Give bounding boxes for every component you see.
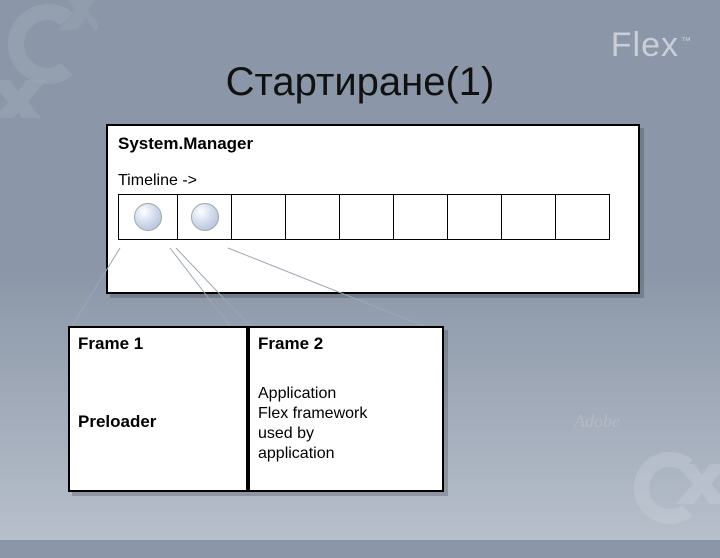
trademark-symbol: ™ xyxy=(681,36,692,47)
timeline xyxy=(118,194,610,240)
frame-2-panel: Frame 2 Application Flex framework used … xyxy=(248,326,444,492)
timeline-cell xyxy=(556,195,609,239)
frame-1-panel: Frame 1 Preloader xyxy=(68,326,248,492)
timeline-cell xyxy=(502,195,556,239)
timeline-cell xyxy=(286,195,340,239)
flex-fx-logo-bottom xyxy=(614,438,720,558)
system-manager-panel: System.Manager Timeline -> xyxy=(106,124,640,294)
timeline-keyframe-dot xyxy=(134,203,162,231)
timeline-cell xyxy=(394,195,448,239)
frame-2-label: Frame 2 xyxy=(258,334,434,354)
timeline-cell xyxy=(340,195,394,239)
timeline-cell xyxy=(232,195,286,239)
timeline-cell xyxy=(448,195,502,239)
timeline-keyframe-dot xyxy=(191,203,219,231)
brand-adobe-wordmark: Adobe xyxy=(574,411,620,432)
brand-flex-text: Flex xyxy=(611,26,679,64)
frame-2-body: Application Flex framework used by appli… xyxy=(258,384,434,464)
timeline-cell xyxy=(119,195,178,239)
slide-title: Стартиране(1) xyxy=(0,60,720,105)
timeline-cell xyxy=(178,195,232,239)
system-manager-label: System.Manager xyxy=(118,134,628,154)
frame-1-body: Preloader xyxy=(78,412,238,432)
frame-1-label: Frame 1 xyxy=(78,334,238,354)
timeline-label: Timeline -> xyxy=(118,172,628,190)
